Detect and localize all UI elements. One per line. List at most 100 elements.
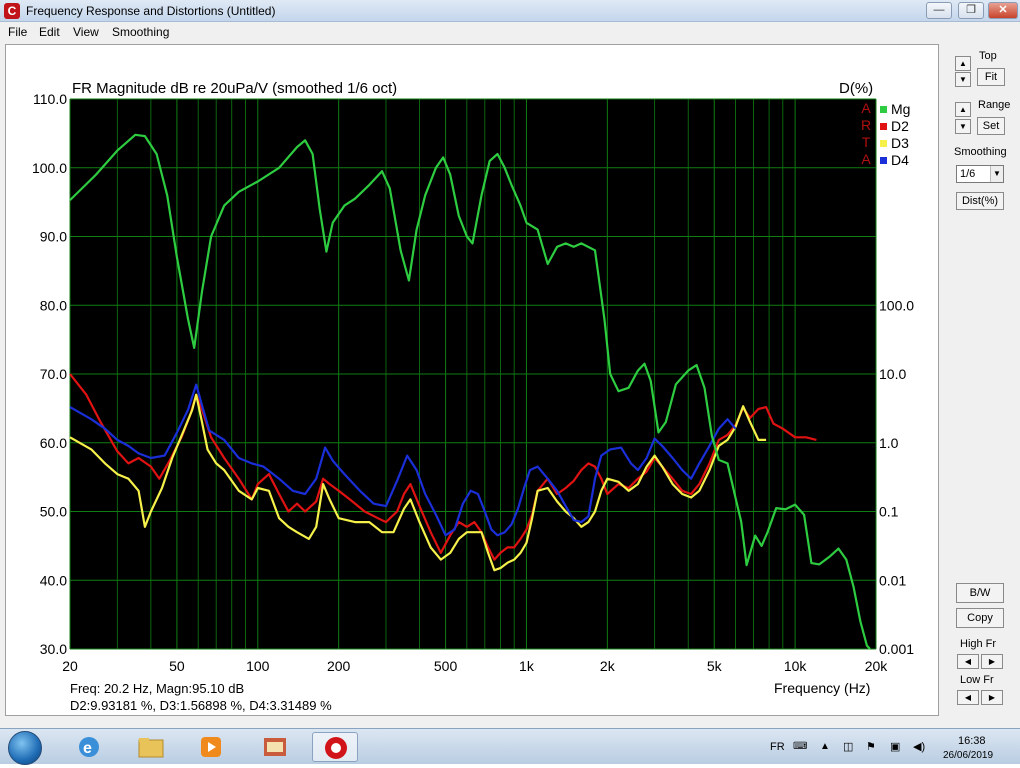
- y-tick-label: 40.0: [40, 572, 67, 588]
- x-tick-labels: 20 50 100 200 500 1k 2k 5k 10k 20k: [62, 658, 888, 674]
- top-label: Top: [979, 50, 997, 62]
- keyboard-icon[interactable]: ⌨: [793, 741, 807, 752]
- x-tick-label: 20k: [865, 658, 889, 674]
- side-panel: ▲ ▼ Top Fit ▲ ▼ Range Set Smoothing 1/6 …: [941, 44, 1020, 716]
- minimize-button[interactable]: —: [926, 2, 952, 19]
- watermark-letter: A: [861, 151, 871, 167]
- x-tick-label: 1k: [519, 658, 535, 674]
- watermark-letter: R: [861, 117, 871, 133]
- bw-button[interactable]: B/W: [956, 583, 1004, 603]
- window-title: Frequency Response and Distortions (Unti…: [26, 4, 276, 18]
- legend-label: Mg: [891, 101, 910, 117]
- media-player-icon[interactable]: [188, 732, 234, 762]
- title-bar[interactable]: C Frequency Response and Distortions (Un…: [0, 0, 1020, 22]
- legend-label: D4: [891, 152, 909, 168]
- set-button[interactable]: Set: [977, 117, 1005, 135]
- readout-line2: D2:9.93181 %, D3:1.56898 %, D4:3.31489 %: [70, 698, 332, 713]
- y-tick-label: 50.0: [40, 504, 67, 520]
- y-tick-label: 110.0: [33, 91, 67, 107]
- clock-time[interactable]: 16:38: [958, 735, 986, 747]
- x-tick-label: 50: [169, 658, 185, 674]
- x-tick-label: 100: [246, 658, 270, 674]
- arta-taskbar-icon[interactable]: [312, 732, 358, 762]
- action-center-icon[interactable]: ⚑: [866, 740, 876, 753]
- y2-tick-label: 100.0: [879, 297, 914, 313]
- language-indicator[interactable]: FR: [770, 741, 785, 753]
- legend: MgD2D3D4: [880, 101, 910, 168]
- y2-tick-labels: 100.0 10.0 1.0 0.1 0.01 0.001: [879, 297, 914, 657]
- y2-tick-label: 1.0: [879, 435, 899, 451]
- menu-edit[interactable]: Edit: [39, 25, 60, 39]
- fit-button[interactable]: Fit: [977, 68, 1005, 86]
- y2-tick-label: 0.001: [879, 641, 914, 657]
- watermark-letter: T: [862, 134, 871, 150]
- x-tick-label: 5k: [707, 658, 723, 674]
- y-tick-label: 60.0: [40, 435, 67, 451]
- taskbar: e FR ⌨ ▲ ◫ ⚑ ▣ ◀) 16:38 26/06/2019: [0, 728, 1020, 765]
- high-fr-right-button[interactable]: ▶: [981, 654, 1003, 669]
- x-tick-label: 500: [434, 658, 458, 674]
- clock-date[interactable]: 26/06/2019: [943, 750, 993, 761]
- smoothing-select[interactable]: 1/6 ▼: [956, 165, 1004, 183]
- chart-title: FR Magnitude dB re 20uPa/V (smoothed 1/6…: [72, 80, 397, 97]
- windows-start-icon[interactable]: [8, 731, 42, 765]
- x-tick-label: 2k: [600, 658, 616, 674]
- range-label: Range: [978, 99, 1011, 111]
- menu-view[interactable]: View: [73, 25, 99, 39]
- volume-icon[interactable]: ◀): [913, 740, 925, 753]
- legend-label: D3: [891, 135, 909, 151]
- smoothing-value: 1/6: [960, 168, 976, 180]
- y2-tick-label: 0.1: [879, 504, 899, 520]
- internet-explorer-icon[interactable]: e: [66, 732, 112, 762]
- range-up-button[interactable]: ▲: [955, 102, 971, 117]
- dist-button[interactable]: Dist(%): [956, 192, 1004, 210]
- y2-tick-label: 0.01: [879, 572, 906, 588]
- network-icon[interactable]: ◫: [843, 740, 853, 753]
- maximize-button[interactable]: ❐: [958, 2, 984, 19]
- y-tick-labels: 110.0 100.0 90.0 80.0 70.0 60.0 50.0 40.0 30.0: [32, 91, 67, 657]
- legend-swatch: [880, 140, 887, 147]
- low-fr-left-button[interactable]: ◀: [957, 690, 979, 705]
- low-fr-right-button[interactable]: ▶: [981, 690, 1003, 705]
- y-tick-label: 80.0: [40, 297, 67, 313]
- legend-swatch: [880, 123, 887, 130]
- plot-frame: 20 50 100 200 500 1k 2k 5k 10k 20k 110.0 100.0 90.0…: [5, 44, 939, 716]
- close-button[interactable]: ✕: [988, 2, 1018, 19]
- file-explorer-icon[interactable]: [128, 732, 174, 762]
- low-fr-label: Low Fr: [960, 674, 994, 686]
- y-tick-label: 90.0: [40, 229, 67, 245]
- legend-label: D2: [891, 118, 909, 134]
- high-fr-left-button[interactable]: ◀: [957, 654, 979, 669]
- top-down-button[interactable]: ▼: [955, 72, 971, 87]
- watermark-letter: A: [861, 100, 871, 116]
- arta-icon[interactable]: C: [4, 3, 20, 19]
- y-tick-label: 70.0: [40, 366, 67, 382]
- top-up-button[interactable]: ▲: [955, 56, 971, 71]
- y-tick-label: 30.0: [40, 641, 67, 657]
- chevron-down-icon: ▼: [990, 166, 1003, 182]
- right-axis-title: D(%): [839, 80, 873, 97]
- legend-swatch: [880, 157, 887, 164]
- smoothing-label: Smoothing: [954, 146, 1007, 158]
- copy-button[interactable]: Copy: [956, 608, 1004, 628]
- chevron-up-icon[interactable]: ▲: [820, 741, 830, 752]
- app-window: C Frequency Response and Distortions (Un…: [0, 0, 1020, 765]
- x-axis-title: Frequency (Hz): [774, 680, 870, 696]
- tools-app-icon[interactable]: [252, 732, 298, 762]
- x-tick-label: 10k: [784, 658, 808, 674]
- y-tick-label: 100.0: [32, 160, 67, 176]
- readout-line1: Freq: 20.2 Hz, Magn:95.10 dB: [70, 681, 244, 696]
- svg-text:e: e: [83, 740, 92, 757]
- range-down-button[interactable]: ▼: [955, 119, 971, 134]
- high-fr-label: High Fr: [960, 638, 997, 650]
- menu-smoothing[interactable]: Smoothing: [112, 25, 169, 39]
- arta-watermark: ARTA: [861, 100, 871, 167]
- menu-file[interactable]: File: [8, 25, 27, 39]
- legend-swatch: [880, 106, 887, 113]
- frequency-response-chart[interactable]: 20 50 100 200 500 1k 2k 5k 10k 20k 110.0 100.0 90.0…: [6, 45, 938, 715]
- x-tick-label: 200: [327, 658, 351, 674]
- monitor-icon[interactable]: ▣: [890, 740, 900, 753]
- x-tick-label: 20: [62, 658, 78, 674]
- menu-bar: File Edit View Smoothing: [0, 22, 1020, 42]
- y2-tick-label: 10.0: [879, 366, 906, 382]
